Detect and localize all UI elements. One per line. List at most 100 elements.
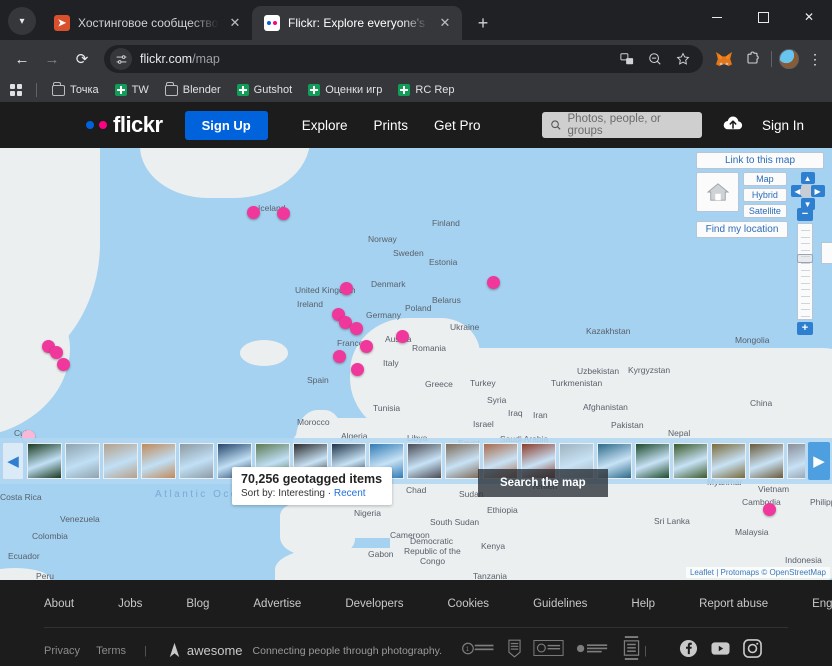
photo-thumbnail[interactable] (103, 443, 138, 479)
footer-link-advertise[interactable]: Advertise (253, 598, 301, 610)
badge-climate-neutral-certified[interactable] (533, 640, 564, 661)
map-marker[interactable] (340, 282, 353, 295)
photo-thumbnail[interactable] (27, 443, 62, 479)
map-marker[interactable] (50, 346, 63, 359)
badge-conservation-alliance[interactable] (576, 641, 609, 661)
close-icon[interactable]: ✕ (227, 15, 243, 31)
photo-thumbnail[interactable] (65, 443, 100, 479)
map-marker[interactable] (57, 358, 70, 371)
map-container[interactable]: Iceland Norway Sweden Finland Estonia Denmark… (0, 148, 832, 580)
footer-link-guidelines[interactable]: Guidelines (533, 598, 587, 610)
map-type-hybrid[interactable]: Hybrid (743, 188, 787, 202)
sort-option-recent[interactable]: Recent (334, 488, 366, 499)
photo-thumbnail[interactable] (407, 443, 442, 479)
badge-evergreen[interactable] (621, 635, 642, 666)
back-button[interactable]: ← (8, 45, 36, 73)
photo-thumbnail[interactable] (711, 443, 746, 479)
zoom-slider-thumb[interactable] (797, 254, 813, 263)
language-selector[interactable]: English ▾ (812, 598, 832, 610)
search-the-map-button[interactable]: Search the map (478, 469, 608, 497)
footer-link-developers[interactable]: Developers (345, 598, 403, 610)
map-marker[interactable] (350, 322, 363, 335)
photo-thumbnail[interactable] (179, 443, 214, 479)
footer-link-report-abuse[interactable]: Report abuse (699, 598, 768, 610)
photo-thumbnail[interactable] (445, 443, 480, 479)
browser-tab-1[interactable]: ➤ Хостинговое сообщество «Tim ✕ (42, 6, 252, 40)
translate-icon[interactable] (616, 48, 638, 70)
nav-prints[interactable]: Prints (373, 118, 408, 133)
new-tab-button[interactable]: + (470, 13, 496, 34)
map-side-panel-handle[interactable] (821, 242, 832, 264)
bookmark-gutshot[interactable]: Gutshot (230, 81, 300, 99)
footer-link-jobs[interactable]: Jobs (118, 598, 142, 610)
nav-get-pro[interactable]: Get Pro (434, 118, 481, 133)
profile-avatar[interactable] (779, 49, 799, 69)
map-marker[interactable] (396, 330, 409, 343)
address-bar[interactable]: flickr.com/map (104, 45, 703, 73)
star-icon[interactable] (672, 48, 694, 70)
pan-up-button[interactable]: ▲ (800, 172, 815, 184)
youtube-icon[interactable] (711, 641, 730, 661)
close-icon[interactable]: ✕ (437, 15, 453, 31)
map-marker[interactable] (360, 340, 373, 353)
kebab-menu-icon[interactable]: ⋮ (806, 51, 824, 68)
map-type-satellite[interactable]: Satellite (743, 204, 787, 218)
footer-link-cookies[interactable]: Cookies (448, 598, 490, 610)
search-input[interactable]: Photos, people, or groups (541, 112, 702, 138)
maximize-button[interactable] (740, 0, 786, 34)
bookmark-blender[interactable]: Blender (158, 81, 228, 99)
photo-thumbnail[interactable] (749, 443, 784, 479)
footer-link-help[interactable]: Help (631, 598, 655, 610)
photo-thumbnail[interactable] (141, 443, 176, 479)
tab-search-icon[interactable]: ▾ (8, 7, 36, 35)
badge-b-corp[interactable] (508, 639, 521, 663)
reload-button[interactable]: ⟳ (68, 45, 96, 73)
tune-icon[interactable] (110, 48, 132, 70)
photo-thumbnail[interactable] (635, 443, 670, 479)
photo-thumbnail[interactable] (787, 443, 805, 479)
minimize-button[interactable] (694, 0, 740, 34)
filmstrip-next-button[interactable]: ▶ (808, 442, 830, 480)
close-window-button[interactable]: ✕ (786, 0, 832, 34)
bookmark-tw[interactable]: TW (108, 81, 156, 99)
photo-filmstrip[interactable]: ◀ ▶ (0, 438, 832, 484)
map-marker[interactable] (333, 350, 346, 363)
bookmark-ocenki-igr[interactable]: Оценки игр (301, 81, 389, 99)
footer-link-blog[interactable]: Blog (186, 598, 209, 610)
map-marker[interactable] (247, 206, 260, 219)
footer-link-terms[interactable]: Terms (96, 645, 126, 657)
filmstrip-prev-button[interactable]: ◀ (2, 442, 24, 480)
home-icon[interactable] (696, 172, 740, 212)
facebook-icon[interactable] (679, 639, 698, 663)
bookmark-tochka[interactable]: Точка (45, 81, 106, 99)
zoom-out-icon[interactable] (644, 48, 666, 70)
badge-one-percent-for-the-planet[interactable]: 1 (462, 641, 496, 661)
nav-explore[interactable]: Explore (302, 118, 348, 133)
forward-button[interactable]: → (38, 45, 66, 73)
sign-in-link[interactable]: Sign In (762, 118, 804, 133)
footer-link-about[interactable]: About (44, 598, 74, 610)
map-marker[interactable] (277, 207, 290, 220)
find-my-location-button[interactable]: Find my location (696, 221, 788, 238)
map-marker[interactable] (487, 276, 500, 289)
map-marker[interactable] (763, 503, 776, 516)
map-attribution[interactable]: Leaflet | Protomaps © OpenStreetMap (685, 567, 830, 578)
pan-right-button[interactable]: ▶ (810, 185, 825, 197)
metamask-fox-icon[interactable] (713, 48, 735, 70)
sort-option-interesting[interactable]: Interesting (278, 488, 325, 499)
footer-link-privacy[interactable]: Privacy (44, 645, 80, 657)
link-to-map-button[interactable]: Link to this map (696, 152, 824, 169)
map-marker[interactable] (351, 363, 364, 376)
photo-thumbnail[interactable] (673, 443, 708, 479)
awesome-brand[interactable]: awesome (165, 641, 243, 660)
flickr-logo[interactable]: flickr (86, 112, 163, 138)
bookmark-rc-rep[interactable]: RC Rep (391, 81, 461, 99)
zoom-out-button[interactable]: − (797, 208, 813, 221)
apps-grid-icon[interactable] (10, 84, 22, 96)
map-type-map[interactable]: Map (743, 172, 787, 186)
instagram-icon[interactable] (743, 638, 762, 663)
zoom-track[interactable] (797, 223, 813, 320)
puzzle-piece-icon[interactable] (742, 48, 764, 70)
zoom-in-button[interactable]: + (797, 322, 813, 335)
sign-up-button[interactable]: Sign Up (184, 110, 268, 140)
